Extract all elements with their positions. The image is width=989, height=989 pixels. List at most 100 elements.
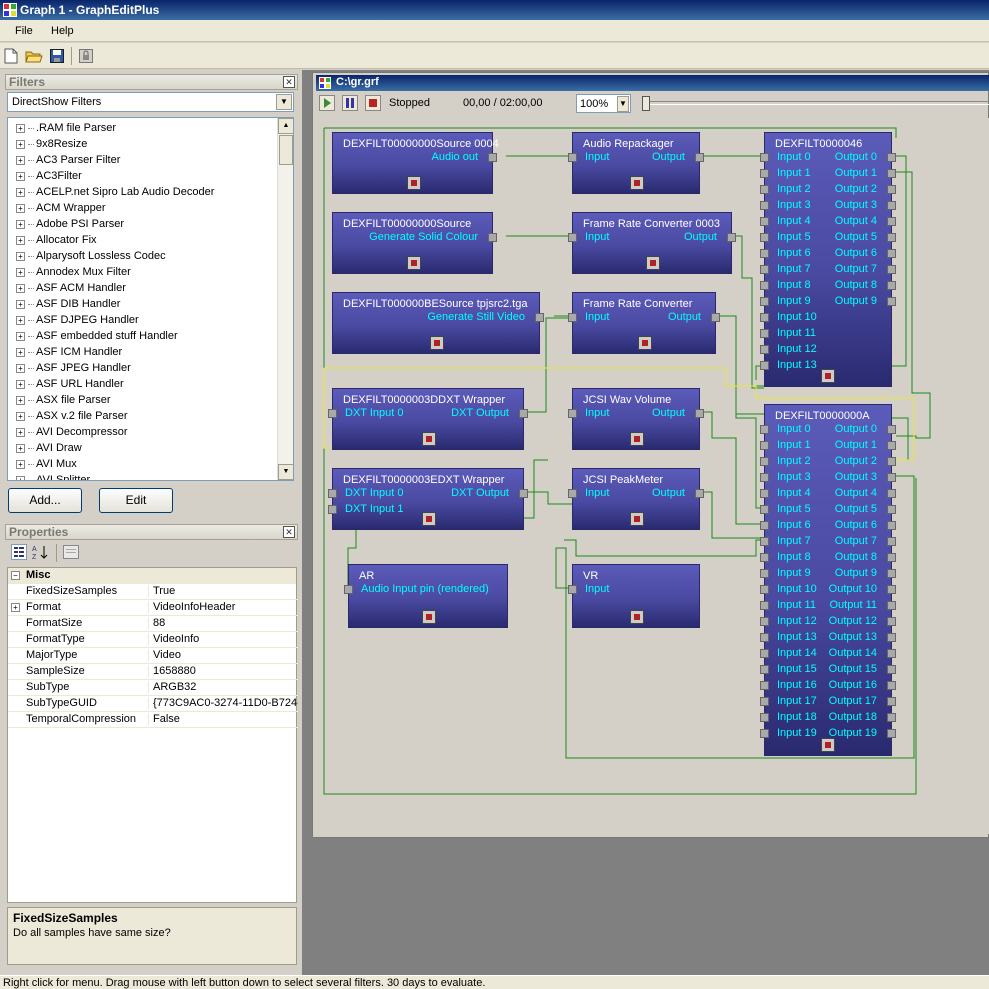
expand-icon[interactable]: + [16,395,25,405]
list-item[interactable]: + Alparysoft Lossless Codec [16,248,166,264]
output-pin-connector[interactable] [887,281,896,290]
input-pin-label[interactable]: Input 7 [777,535,811,547]
filter-node-ar[interactable]: AR Audio Input pin (rendered) [344,564,508,628]
filter-node-source0004[interactable]: DEXFILT00000000Source 0004 Audio out [332,132,499,194]
filter-tree[interactable]: + .RAM file Parser +9x8Resize + AC3 Parser F… [7,117,294,481]
input-pin-connector[interactable] [760,633,769,642]
output-pin-connector[interactable] [887,153,896,162]
output-pin-connector[interactable] [519,489,528,498]
input-pin-connector[interactable] [760,505,769,514]
close-icon[interactable]: ✕ [283,526,295,538]
list-item[interactable]: + ASF ICM Handler [16,344,122,360]
stop-filter-button[interactable] [422,432,436,446]
open-folder-icon[interactable] [24,46,44,66]
property-value[interactable]: True [148,585,298,597]
output-pin-connector[interactable] [887,297,896,306]
input-pin-connector[interactable] [760,713,769,722]
output-pin-connector[interactable] [887,553,896,562]
expand-icon[interactable]: + [16,459,25,469]
filter-node-beSource[interactable]: DEXFILT000000BESource tpjsrc2.tga Generat… [332,292,544,354]
output-pin-connector[interactable] [887,665,896,674]
list-item[interactable]: + Adobe PSI Parser [16,216,124,232]
filter-node-frc3[interactable]: Frame Rate Converter 0003 Input Output [568,212,736,274]
input-pin-connector[interactable] [328,505,337,514]
input-pin-label[interactable]: Input 1 [777,439,811,451]
input-pin-label[interactable]: DXT Input 0 [345,487,404,499]
zoom-select[interactable]: 100% ▼ [576,94,631,113]
output-pin-connector[interactable] [887,649,896,658]
input-pin-label[interactable]: Input 11 [777,327,816,339]
output-pin-label[interactable]: Output 10 [829,583,877,595]
input-pin-connector[interactable] [760,585,769,594]
output-pin-connector[interactable] [519,409,528,418]
input-pin-connector[interactable] [760,729,769,738]
list-item[interactable]: + AVI Decompressor [16,424,128,440]
input-pin-label[interactable]: Input 0 [777,151,811,163]
input-pin-connector[interactable] [760,313,769,322]
output-pin-label[interactable]: Output 7 [835,263,877,275]
close-icon[interactable]: ✕ [283,76,295,88]
expand-icon[interactable]: + [16,443,25,453]
expand-icon[interactable]: + [16,299,25,309]
input-pin-label[interactable]: Input 8 [777,551,811,563]
connection-wire[interactable] [704,411,764,525]
input-pin-label[interactable]: Input 16 [777,679,817,691]
output-pin-label[interactable]: Output [668,311,701,323]
input-pin-label[interactable]: Input 11 [777,599,816,611]
output-pin-label[interactable]: Output 6 [835,519,877,531]
property-row[interactable]: SubTypeGUID {773C9AC0-3274-11D0-B724-0 [8,696,298,712]
expand-icon[interactable]: + [16,379,25,389]
input-pin-label[interactable]: Input 9 [777,295,811,307]
input-pin-label[interactable]: Input 5 [777,503,811,515]
filter-node-peak[interactable]: JCSI PeakMeter Input Output [568,468,704,530]
input-pin-connector[interactable] [760,681,769,690]
input-pin-label[interactable]: Input [585,487,609,499]
list-item[interactable]: + ACELP.net Sipro Lab Audio Decoder [16,184,214,200]
input-pin-label[interactable]: Input 6 [777,247,811,259]
input-pin-connector[interactable] [760,441,769,450]
input-pin-label[interactable]: Input 2 [777,183,811,195]
output-pin-connector[interactable] [887,457,896,466]
property-value[interactable]: VideoInfo [148,633,298,645]
input-pin-connector[interactable] [568,313,577,322]
output-pin-connector[interactable] [887,537,896,546]
property-value[interactable]: False [148,713,298,725]
list-item[interactable]: + AVI Splitter [16,472,90,480]
output-pin-label[interactable]: Output 11 [830,599,878,611]
save-icon[interactable] [47,46,67,66]
output-pin-label[interactable]: Output 9 [835,567,877,579]
expand-icon[interactable]: + [16,219,25,229]
filter-node-source[interactable]: DEXFILT00000000Source Generate Solid Colo… [332,212,497,274]
input-pin-connector[interactable] [760,281,769,290]
property-value[interactable]: VideoInfoHeader [148,601,298,613]
output-pin-label[interactable]: Output 1 [835,439,877,451]
output-pin-connector[interactable] [887,617,896,626]
input-pin-label[interactable]: Input [585,151,609,163]
input-pin-connector[interactable] [568,585,577,594]
list-item[interactable]: + AVI Draw [16,440,82,456]
expand-icon[interactable]: + [16,171,25,181]
filter-category-select[interactable]: DirectShow Filters ▼ [7,92,294,112]
list-item[interactable]: + ACM Wrapper [16,200,105,216]
input-pin-connector[interactable] [760,489,769,498]
input-pin-connector[interactable] [760,697,769,706]
input-pin-label[interactable]: Input 5 [777,231,811,243]
input-pin-label[interactable]: Input 0 [777,423,811,435]
filter-node-f0a[interactable]: DEXFILT0000000A Input 0 Input 1 Input 2 Inpu… [760,404,896,756]
stop-filter-button[interactable] [630,432,644,446]
list-item[interactable]: + ASF DJPEG Handler [16,312,139,328]
expand-icon[interactable]: + [16,363,25,373]
input-pin-label[interactable]: Input 4 [777,487,811,499]
input-pin-connector[interactable] [760,601,769,610]
property-value[interactable]: 88 [148,617,298,629]
filter-node-f46[interactable]: DEXFILT0000046 Input 0 Input 1 Input 2 Input… [760,132,896,387]
output-pin-label[interactable]: DXT Output [451,407,509,419]
property-row[interactable]: FormatSize 88 [8,616,298,632]
scroll-down-icon[interactable]: ▼ [278,464,293,480]
output-pin-connector[interactable] [887,265,896,274]
list-item[interactable]: + ASF embedded stuff Handler [16,328,178,344]
output-pin-connector[interactable] [887,201,896,210]
stop-filter-button[interactable] [407,176,421,190]
output-pin-connector[interactable] [887,585,896,594]
filter-node-frc[interactable]: Frame Rate Converter Input Output [568,292,720,354]
